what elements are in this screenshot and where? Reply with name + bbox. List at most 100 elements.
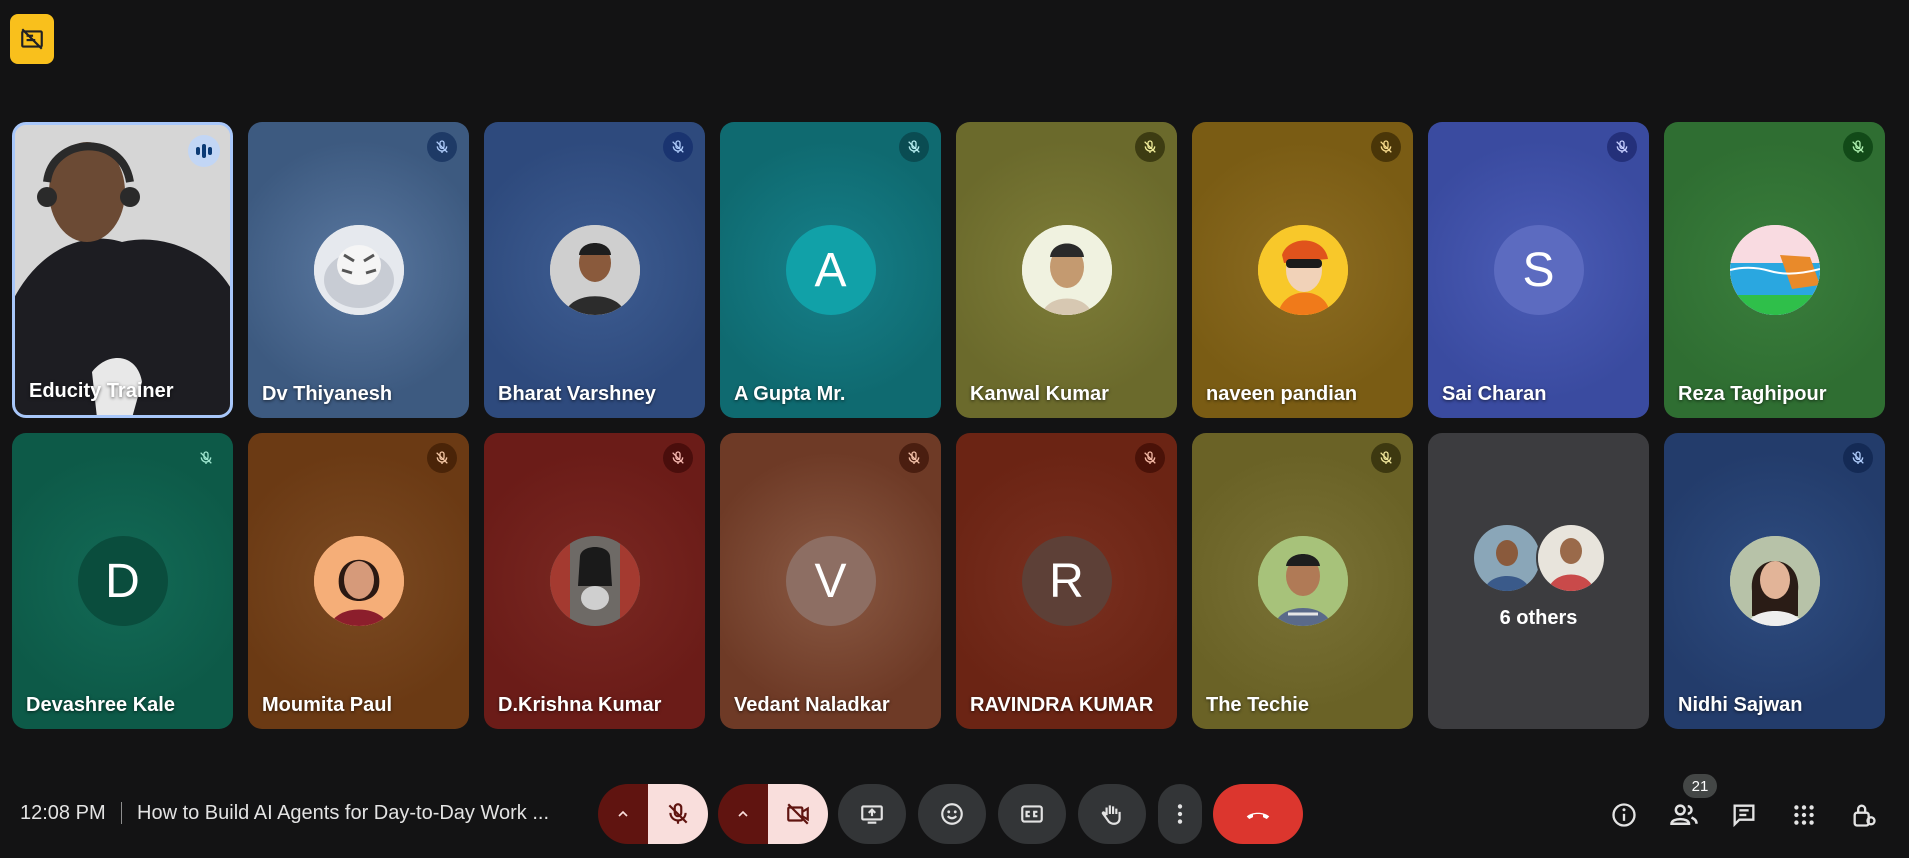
participant-tile[interactable]: Kanwal Kumar bbox=[956, 122, 1177, 418]
others-count: 6 others bbox=[1499, 607, 1578, 629]
avatar bbox=[1729, 225, 1820, 315]
mic-off-icon bbox=[427, 443, 457, 473]
participant-name: Kanwal Kumar bbox=[970, 383, 1109, 405]
meeting-details-button[interactable] bbox=[1607, 798, 1641, 832]
participant-tile[interactable]: Reza Taghipour bbox=[1664, 122, 1885, 418]
end-call-button[interactable] bbox=[1213, 784, 1303, 844]
participant-name: Devashree Kale bbox=[26, 694, 175, 716]
captions-icon bbox=[1021, 805, 1043, 823]
camera-off-icon bbox=[787, 803, 809, 825]
mic-off-icon bbox=[1607, 132, 1637, 162]
meeting-title[interactable]: How to Build AI Agents for Day-to-Day Wo… bbox=[137, 802, 549, 825]
avatar bbox=[1471, 523, 1542, 593]
present-button[interactable] bbox=[838, 784, 906, 844]
participant-name: Reza Taghipour bbox=[1678, 383, 1827, 405]
participant-name: Moumita Paul bbox=[262, 694, 393, 716]
avatar bbox=[1535, 523, 1606, 593]
chevron-up-icon bbox=[738, 810, 748, 817]
mic-off-icon bbox=[899, 443, 929, 473]
participant-tile[interactable]: Educity Trainer bbox=[12, 122, 233, 418]
participant-name: Vedant Naladkar bbox=[734, 694, 890, 716]
mic-off-icon bbox=[427, 132, 457, 162]
participant-name: Educity Trainer bbox=[29, 380, 174, 402]
people-button[interactable] bbox=[1667, 798, 1701, 832]
avatar bbox=[313, 225, 404, 315]
participant-tile[interactable]: The Techie bbox=[1192, 433, 1413, 729]
avatar: V bbox=[785, 536, 876, 626]
others-tile[interactable]: 6 others bbox=[1428, 433, 1649, 729]
people-icon bbox=[1670, 804, 1698, 825]
mic-off-icon bbox=[1371, 132, 1401, 162]
participant-tile[interactable]: V Vedant Naladkar bbox=[720, 433, 941, 729]
people-count-badge: 21 bbox=[1683, 774, 1717, 798]
divider bbox=[121, 802, 122, 824]
speaking-indicator-icon bbox=[188, 135, 220, 167]
reactions-button[interactable] bbox=[918, 784, 986, 844]
participant-name: Bharat Varshney bbox=[498, 383, 656, 405]
participant-tile[interactable]: Nidhi Sajwan bbox=[1664, 433, 1885, 729]
apps-icon bbox=[1794, 805, 1814, 825]
participant-name: naveen pandian bbox=[1206, 383, 1358, 405]
participant-name: Dv Thiyanesh bbox=[262, 383, 393, 405]
chat-button[interactable] bbox=[1727, 798, 1761, 832]
participant-name: D.Krishna Kumar bbox=[498, 694, 662, 716]
participant-tile[interactable]: D Devashree Kale bbox=[12, 433, 233, 729]
avatar bbox=[549, 536, 640, 626]
participant-name: RAVINDRA KUMAR bbox=[970, 694, 1154, 716]
participant-tile[interactable]: R RAVINDRA KUMAR bbox=[956, 433, 1177, 729]
host-controls-button[interactable] bbox=[1847, 798, 1881, 832]
mic-toggle-button[interactable] bbox=[648, 784, 708, 844]
participant-tile[interactable]: naveen pandian bbox=[1192, 122, 1413, 418]
avatar bbox=[1257, 225, 1348, 315]
mic-off-icon bbox=[1843, 443, 1873, 473]
mic-off-icon bbox=[899, 132, 929, 162]
mic-off-icon bbox=[1135, 443, 1165, 473]
video-options-button[interactable] bbox=[718, 784, 768, 844]
audio-options-button[interactable] bbox=[598, 784, 648, 844]
present-screen-icon bbox=[861, 805, 883, 824]
avatar bbox=[549, 225, 640, 315]
participant-grid: Educity Trainer Dv Thiyanesh Bharat Vars… bbox=[12, 122, 1885, 729]
avatar: S bbox=[1493, 225, 1584, 315]
participant-tile[interactable]: Moumita Paul bbox=[248, 433, 469, 729]
mic-off-icon bbox=[663, 132, 693, 162]
mic-off-icon bbox=[1371, 443, 1401, 473]
avatar bbox=[1257, 536, 1348, 626]
participant-tile[interactable]: Dv Thiyanesh bbox=[248, 122, 469, 418]
mic-off-icon bbox=[1135, 132, 1165, 162]
mic-off-icon bbox=[1843, 132, 1873, 162]
host-controls-icon bbox=[1853, 804, 1876, 827]
avatar: A bbox=[785, 225, 876, 315]
emoji-icon bbox=[941, 803, 963, 825]
raise-hand-button[interactable] bbox=[1078, 784, 1146, 844]
participant-name: The Techie bbox=[1206, 694, 1309, 716]
avatar bbox=[1729, 536, 1820, 626]
captions-button[interactable] bbox=[998, 784, 1066, 844]
avatar bbox=[1021, 225, 1112, 315]
end-call-icon bbox=[1246, 812, 1270, 819]
participant-name: Nidhi Sajwan bbox=[1678, 694, 1803, 716]
avatar bbox=[313, 536, 404, 626]
more-vert-icon bbox=[1177, 804, 1183, 824]
raise-hand-icon bbox=[1101, 805, 1121, 825]
participant-tile[interactable]: D.Krishna Kumar bbox=[484, 433, 705, 729]
no-video-icon[interactable] bbox=[10, 14, 54, 64]
mic-off-icon bbox=[191, 443, 221, 473]
participant-name: A Gupta Mr. bbox=[734, 383, 846, 405]
others-avatars bbox=[1428, 523, 1649, 593]
avatar: R bbox=[1021, 536, 1112, 626]
participant-tile[interactable]: Bharat Varshney bbox=[484, 122, 705, 418]
activities-button[interactable] bbox=[1787, 798, 1821, 832]
more-options-button[interactable] bbox=[1158, 784, 1202, 844]
mic-off-icon bbox=[668, 803, 688, 824]
avatar: D bbox=[77, 536, 168, 626]
mic-off-icon bbox=[663, 443, 693, 473]
camera-toggle-button[interactable] bbox=[768, 784, 828, 844]
participant-tile[interactable]: A A Gupta Mr. bbox=[720, 122, 941, 418]
clock: 12:08 PM bbox=[20, 802, 106, 824]
chat-icon bbox=[1733, 804, 1755, 828]
participant-name: Sai Charan bbox=[1442, 383, 1547, 405]
participant-tile[interactable]: S Sai Charan bbox=[1428, 122, 1649, 418]
control-bar: 12:08 PM How to Build AI Agents for Day-… bbox=[0, 774, 1909, 850]
chevron-up-icon bbox=[618, 810, 628, 817]
